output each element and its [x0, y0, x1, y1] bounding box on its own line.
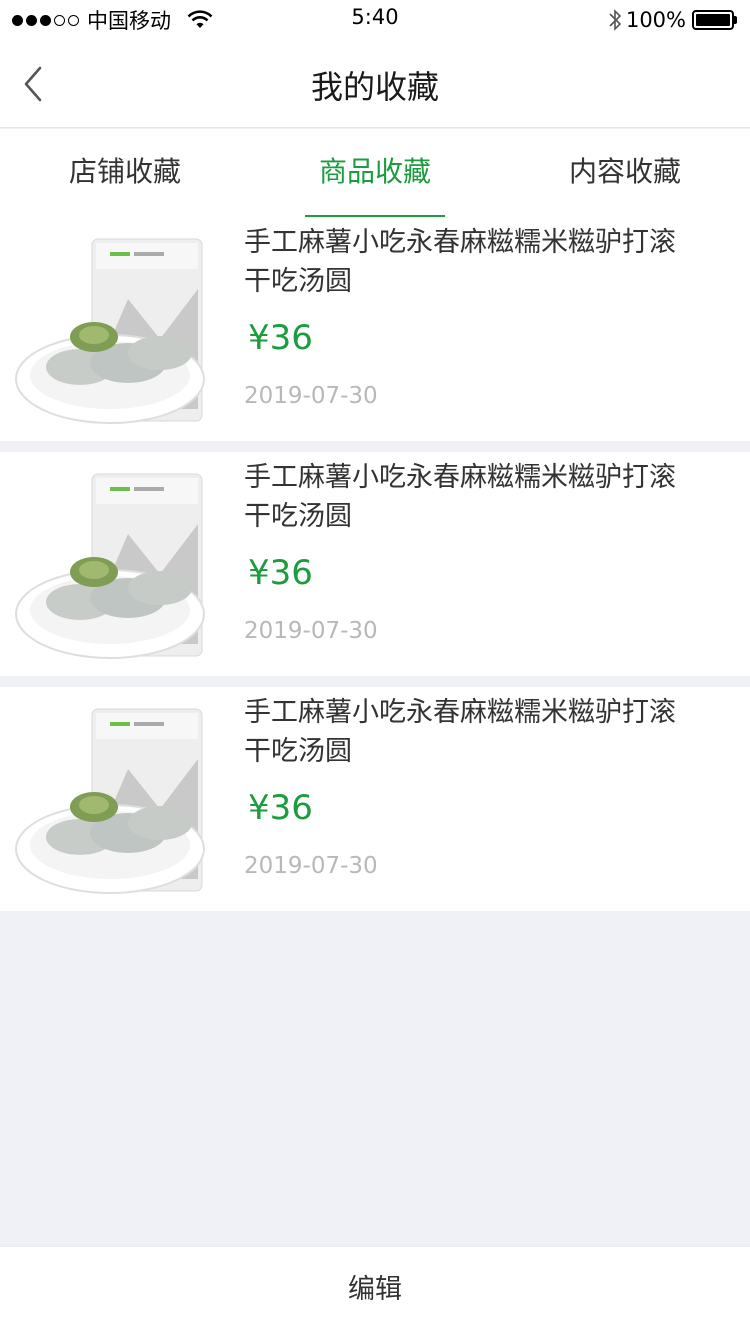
- navigation-bar: 我的收藏: [0, 40, 750, 128]
- battery-percentage: 100%: [625, 8, 686, 32]
- page-title: 我的收藏: [310, 68, 439, 106]
- list-item[interactable]: 手工麻薯小吃永春麻糍糯米糍驴打滚干吃汤圆 ¥36 2019-07-30: [0, 217, 750, 441]
- product-price: ¥36: [248, 318, 313, 358]
- status-bar: 中国移动 5:40 100%: [0, 0, 750, 40]
- edit-button[interactable]: 编辑: [0, 1246, 750, 1334]
- favorite-date: 2019-07-30: [244, 618, 378, 644]
- favorite-date: 2019-07-30: [244, 383, 378, 409]
- tab-store-favorites[interactable]: 店铺收藏: [0, 129, 250, 217]
- product-name: 手工麻薯小吃永春麻糍糯米糍驴打滚干吃汤圆: [244, 697, 676, 767]
- list-item[interactable]: 手工麻薯小吃永春麻糍糯米糍驴打滚干吃汤圆 ¥36 2019-07-30: [0, 452, 750, 676]
- product-name: 手工麻薯小吃永春麻糍糯米糍驴打滚干吃汤圆: [244, 462, 676, 532]
- edit-button-label: 编辑: [348, 1274, 402, 1305]
- product-price: ¥36: [248, 788, 313, 828]
- favorite-date: 2019-07-30: [244, 853, 378, 879]
- bluetooth-icon: [609, 9, 622, 31]
- favorites-tabs: 店铺收藏 商品收藏 内容收藏: [0, 129, 750, 217]
- tab-label: 店铺收藏: [68, 155, 181, 188]
- favorite-product-list: 手工麻薯小吃永春麻糍糯米糍驴打滚干吃汤圆 ¥36 2019-07-30 手工麻薯…: [0, 217, 750, 922]
- tab-label: 商品收藏: [318, 155, 431, 188]
- product-name: 手工麻薯小吃永春麻糍糯米糍驴打滚干吃汤圆: [244, 227, 676, 297]
- product-price: ¥36: [248, 553, 313, 593]
- tab-product-favorites[interactable]: 商品收藏: [250, 129, 500, 217]
- tab-label: 内容收藏: [568, 155, 681, 188]
- product-image: [15, 473, 205, 659]
- product-image: [15, 708, 205, 894]
- battery-icon: [692, 10, 738, 30]
- list-item[interactable]: 手工麻薯小吃永春麻糍糯米糍驴打滚干吃汤圆 ¥36 2019-07-30: [0, 687, 750, 911]
- product-image: [15, 238, 205, 424]
- tab-content-favorites[interactable]: 内容收藏: [500, 129, 750, 217]
